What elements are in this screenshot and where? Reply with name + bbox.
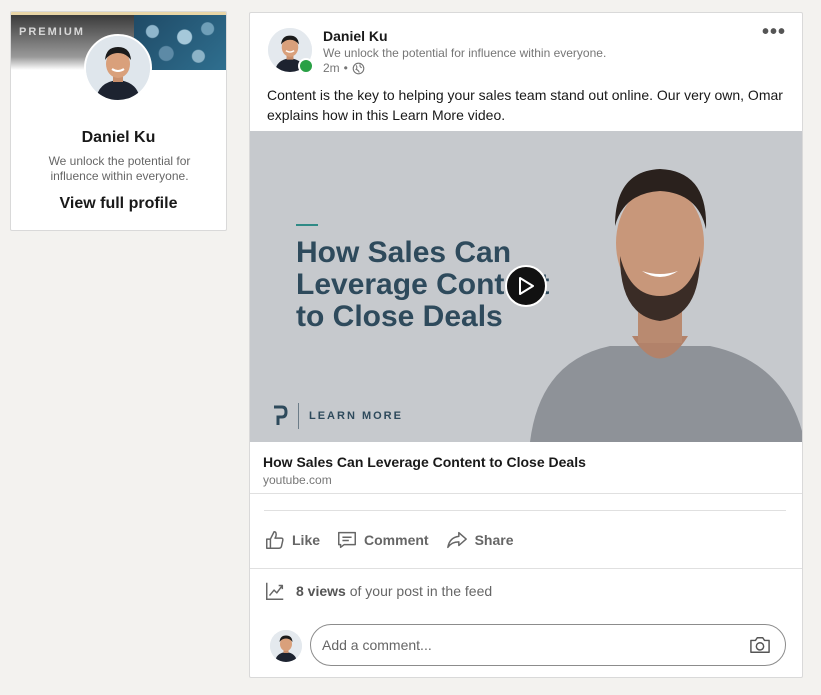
play-icon bbox=[519, 277, 534, 295]
divider bbox=[264, 510, 786, 511]
profile-avatar[interactable] bbox=[84, 34, 152, 102]
video-thumbnail[interactable]: How Sales Can Leverage Content to Close … bbox=[250, 131, 802, 442]
profile-name[interactable]: Daniel Ku bbox=[11, 129, 226, 147]
commenter-photo-icon bbox=[270, 630, 302, 662]
video-brand: LEARN MORE bbox=[272, 403, 403, 429]
avatar-photo-icon bbox=[86, 36, 150, 100]
post-meta: 2m • bbox=[323, 61, 365, 75]
more-options-button[interactable]: ••• bbox=[762, 22, 786, 42]
share-icon bbox=[446, 531, 467, 549]
link-domain: youtube.com bbox=[263, 473, 332, 487]
camera-icon bbox=[750, 637, 770, 653]
like-label: Like bbox=[292, 532, 321, 548]
like-button[interactable]: Like bbox=[264, 525, 320, 555]
profile-tagline: We unlock the potential for influence wi… bbox=[48, 154, 191, 183]
commenter-avatar bbox=[270, 630, 302, 662]
premium-badge: PREMIUM bbox=[19, 26, 85, 38]
views-text: 8 views of your post in the feed bbox=[296, 583, 492, 599]
post-time: 2m bbox=[323, 61, 340, 75]
online-status-indicator bbox=[298, 58, 314, 74]
brand-divider bbox=[298, 403, 299, 429]
meta-separator: • bbox=[343, 61, 348, 75]
view-full-profile-link[interactable]: View full profile bbox=[11, 195, 226, 213]
play-button[interactable] bbox=[505, 265, 547, 307]
share-button[interactable]: Share bbox=[445, 525, 514, 555]
link-title[interactable]: How Sales Can Leverage Content to Close … bbox=[263, 454, 586, 470]
comment-input[interactable] bbox=[311, 636, 724, 654]
comment-icon bbox=[338, 531, 356, 549]
social-actions: Like Comment Share bbox=[264, 525, 514, 555]
presenter-image bbox=[530, 169, 802, 442]
globe-icon bbox=[352, 62, 365, 74]
link-preview[interactable]: How Sales Can Leverage Content to Close … bbox=[250, 442, 802, 494]
author-name[interactable]: Daniel Ku bbox=[323, 28, 388, 44]
author-tagline: We unlock the potential for influence wi… bbox=[323, 46, 607, 60]
comment-label: Comment bbox=[364, 532, 429, 548]
brand-text: LEARN MORE bbox=[309, 410, 403, 422]
comment-button[interactable]: Comment bbox=[336, 525, 429, 555]
add-photo-button[interactable] bbox=[749, 635, 771, 660]
profile-card: PREMIUM Daniel Ku We unlock the potentia… bbox=[10, 11, 227, 231]
views-count: 8 views bbox=[296, 583, 346, 599]
post-card: Daniel Ku We unlock the potential for in… bbox=[249, 12, 803, 678]
brand-logo-icon bbox=[274, 405, 288, 425]
analytics-icon bbox=[266, 582, 284, 600]
video-kicker-line bbox=[296, 224, 318, 226]
views-suffix: of your post in the feed bbox=[345, 583, 493, 599]
comment-box bbox=[310, 624, 786, 666]
post-views[interactable]: 8 views of your post in the feed bbox=[264, 580, 492, 602]
share-label: Share bbox=[474, 532, 514, 548]
post-text: Content is the key to helping your sales… bbox=[267, 87, 783, 123]
divider bbox=[250, 568, 802, 569]
like-icon bbox=[266, 531, 284, 549]
